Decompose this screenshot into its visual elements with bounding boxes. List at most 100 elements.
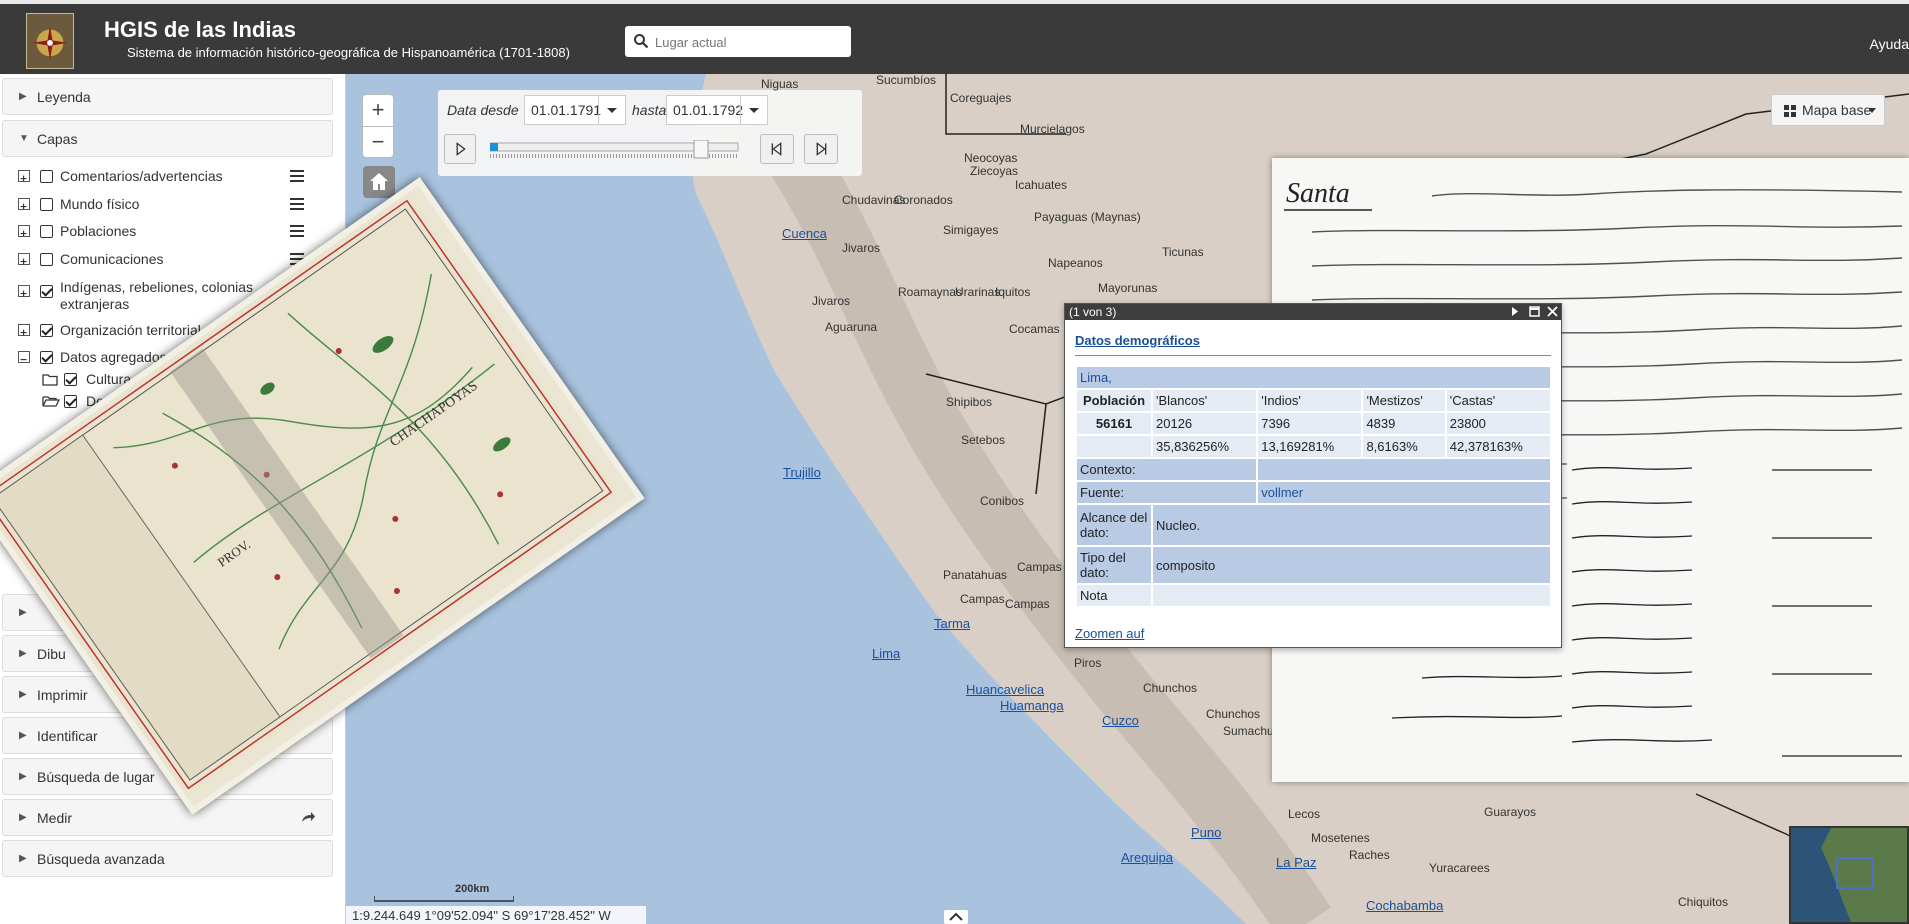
play-button[interactable] [444, 134, 476, 164]
zoom-to-link[interactable]: Zoomen auf [1075, 626, 1144, 641]
section-title[interactable]: Datos demográficos [1075, 333, 1200, 348]
layer-checkbox[interactable] [64, 395, 77, 408]
next-result-icon[interactable] [1509, 306, 1520, 317]
overview-minimap[interactable] [1789, 826, 1909, 924]
layer-checkbox[interactable] [40, 351, 53, 364]
expand-icon[interactable] [18, 285, 30, 297]
map-link-cuenca[interactable]: Cuenca [782, 226, 827, 241]
place-link[interactable]: Lima, [1080, 370, 1112, 385]
place-label: Chunchos [1143, 681, 1198, 695]
folder-icon [42, 374, 58, 386]
map-link-tarma[interactable]: Tarma [934, 616, 970, 631]
source-value-cell: vollmer [1258, 482, 1550, 503]
place-label: Coreguajes [950, 91, 1012, 105]
place-label: Campas [1017, 560, 1062, 574]
layer-label: Indígenas, rebeliones, colonias [60, 279, 254, 295]
place-label: Sucumbíos [876, 74, 937, 87]
value-cell: 4839 [1363, 413, 1445, 434]
caret-down-icon: ▼ [19, 133, 29, 144]
source-link[interactable]: vollmer [1261, 485, 1303, 500]
place-label: Jivaros [842, 241, 881, 255]
chevron-up-icon[interactable] [944, 910, 968, 924]
measure-panel-label: Medir [37, 810, 73, 826]
step-back-button[interactable] [760, 134, 794, 164]
percent-cell: 13,169281% [1258, 436, 1362, 457]
place-search-input[interactable] [653, 30, 847, 54]
place-label: Conibos [980, 494, 1025, 508]
expand-icon[interactable] [18, 253, 30, 265]
place-search-box[interactable] [625, 26, 851, 57]
time-slider[interactable] [490, 140, 740, 160]
map-link-cuzco[interactable]: Cuzco [1102, 713, 1139, 728]
legend-panel[interactable]: ▶ Leyenda [2, 78, 333, 115]
maximize-icon[interactable] [1529, 306, 1540, 317]
step-back-icon [771, 142, 782, 156]
header-cell: 'Mestizos' [1363, 390, 1445, 411]
play-icon [456, 142, 466, 156]
layer-checkbox[interactable] [40, 170, 53, 183]
compass-rose-icon [27, 14, 73, 68]
layer-checkbox[interactable] [40, 324, 53, 337]
expand-icon[interactable] [18, 324, 30, 336]
place-label: Chiquitos [1678, 895, 1729, 909]
place-label: Raches [1349, 848, 1390, 862]
basemap-label: Mapa base [1802, 102, 1872, 118]
layers-panel[interactable]: ▼ Capas [2, 120, 333, 157]
map-link-cochabamba[interactable]: Cochabamba [1366, 898, 1443, 913]
help-link[interactable]: Ayuda [1870, 36, 1909, 52]
caret-right-icon: ▶ [19, 648, 27, 659]
scale-label: 200km [455, 883, 490, 895]
from-date-select[interactable]: 01.01.1791 [524, 95, 626, 125]
place-label: Payaguas (Maynas) [1034, 210, 1141, 224]
place-label: Shipibos [946, 395, 993, 409]
hamburger-menu-icon[interactable] [290, 170, 304, 182]
value-cell: 20126 [1153, 413, 1257, 434]
table-row: 56161 20126 7396 4839 23800 [1077, 413, 1550, 434]
map-link-huamanga[interactable]: Huamanga [1000, 698, 1064, 713]
to-date-select[interactable]: 01.01.1792 [666, 95, 768, 125]
expand-icon[interactable] [18, 225, 30, 237]
hamburger-menu-icon[interactable] [290, 225, 304, 237]
advanced-search-panel[interactable]: ▶ Búsqueda avanzada [2, 840, 333, 877]
measure-panel[interactable]: ▶ Medir [2, 799, 333, 836]
slider-handle[interactable] [693, 140, 709, 159]
layer-checkbox[interactable] [40, 225, 53, 238]
place-label: Icahuates [1015, 178, 1068, 192]
map-link-puno[interactable]: Puno [1191, 825, 1221, 840]
chevron-down-icon[interactable] [740, 96, 767, 124]
place-label: Urarinas [955, 285, 1001, 299]
map-link-lima[interactable]: Lima [872, 646, 900, 661]
basemap-dropdown[interactable]: Mapa base [1771, 94, 1885, 126]
layer-comentarios[interactable]: Comentarios/advertencias [18, 168, 318, 188]
share-arrow-icon[interactable] [300, 809, 316, 825]
top-bar: HGIS de las Indias Sistema de informació… [0, 0, 1909, 74]
layer-checkbox[interactable] [40, 253, 53, 266]
place-label: Panatahuas [943, 568, 1008, 582]
type-value: composito [1153, 547, 1550, 583]
layer-comunicaciones[interactable]: Comunicaciones [18, 251, 318, 271]
layer-poblaciones[interactable]: Poblaciones [18, 223, 318, 243]
layer-checkbox[interactable] [40, 198, 53, 211]
close-icon[interactable] [1547, 306, 1558, 317]
place-label: Sumachu [1223, 724, 1274, 738]
map-link-la-paz[interactable]: La Paz [1276, 855, 1316, 870]
map-link-huancavelica[interactable]: Huancavelica [966, 682, 1044, 697]
expand-icon[interactable] [18, 198, 30, 210]
zoom-in-button[interactable]: + [363, 95, 393, 127]
place-label: Chunchos [1206, 707, 1261, 721]
step-forward-button[interactable] [804, 134, 838, 164]
hamburger-menu-icon[interactable] [290, 198, 304, 210]
layer-checkbox[interactable] [64, 373, 77, 386]
zoom-out-button[interactable]: − [363, 127, 393, 158]
layer-mundo-fisico[interactable]: Mundo físico [18, 196, 318, 216]
expand-icon[interactable] [18, 170, 30, 182]
home-button[interactable] [363, 166, 395, 198]
map-link-arequipa[interactable]: Arequipa [1121, 850, 1173, 865]
chevron-down-icon[interactable] [598, 96, 625, 124]
collapse-icon[interactable] [18, 351, 30, 363]
note-label: Nota [1077, 585, 1151, 606]
map-link-trujillo[interactable]: Trujillo [783, 465, 821, 480]
layer-checkbox[interactable] [40, 285, 53, 298]
divider [1075, 355, 1551, 356]
layer-label: Poblaciones [60, 223, 137, 239]
